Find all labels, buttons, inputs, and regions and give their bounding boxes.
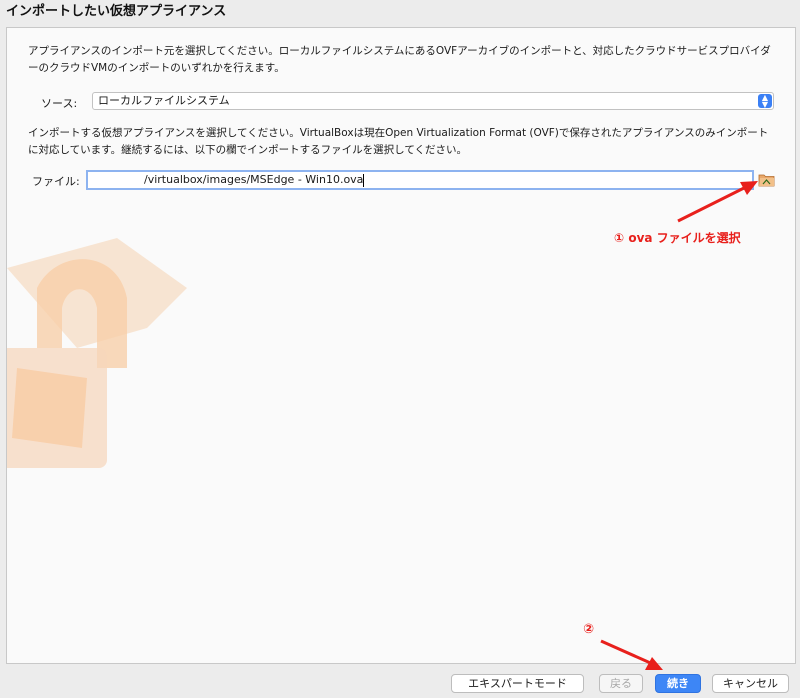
source-select[interactable]: ローカルファイルシステム ▲ ▼	[92, 92, 774, 110]
next-button[interactable]: 続き	[655, 674, 701, 693]
source-description: アプライアンスのインポート元を選択してください。ローカルファイルシステムにあるO…	[28, 45, 771, 74]
file-label: ファイル:	[32, 175, 80, 188]
step1-annotation: ① ova ファイルを選択	[614, 231, 741, 245]
file-path-input[interactable]: /virtualbox/images/MSEdge - Win10.ova	[86, 170, 754, 190]
file-description: インポートする仮想アプライアンスを選択してください。VirtualBoxは現在O…	[28, 127, 769, 156]
chevron-updown-icon: ▲ ▼	[758, 94, 772, 109]
file-path-value: /virtualbox/images/MSEdge - Win10.ova	[144, 173, 364, 186]
back-button[interactable]: 戻る	[599, 674, 643, 693]
virtualbox-watermark-icon	[7, 238, 187, 468]
expert-mode-button[interactable]: エキスパートモード	[451, 674, 584, 693]
folder-browse-icon[interactable]	[758, 172, 775, 187]
window-title: インポートしたい仮想アプライアンス	[6, 4, 227, 19]
source-select-value: ローカルファイルシステム	[98, 94, 230, 107]
text-caret	[363, 173, 365, 187]
step2-annotation: ②	[583, 622, 595, 637]
cancel-button[interactable]: キャンセル	[712, 674, 789, 693]
source-label: ソース:	[41, 97, 78, 110]
wizard-panel: アプライアンスのインポート元を選択してください。ローカルファイルシステムにあるO…	[6, 27, 796, 664]
